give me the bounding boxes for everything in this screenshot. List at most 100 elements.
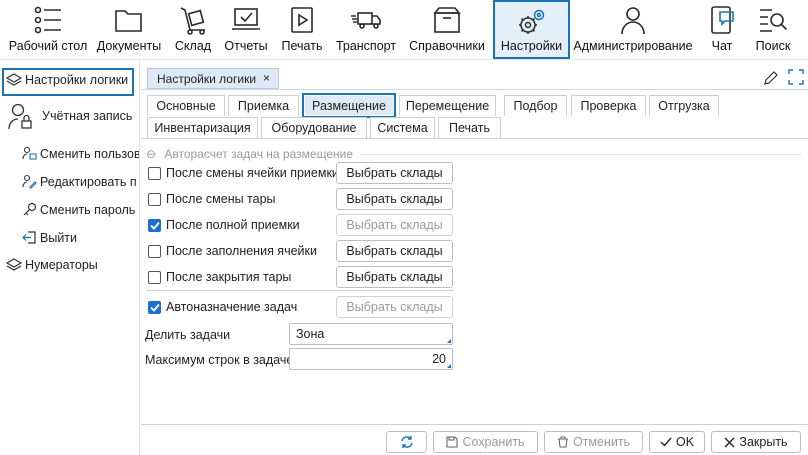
checkbox-after-full-receiving[interactable]: После полной приемки [148, 218, 300, 232]
sidebar-item-label: Редактировать п [40, 174, 137, 189]
toolbar-desktop-label: Рабочий стол [8, 39, 88, 53]
close-icon[interactable]: × [263, 71, 270, 85]
tab-label: Инвентаризация [154, 121, 251, 135]
tab-label: Перемещение [405, 99, 490, 113]
logout-icon [22, 231, 36, 244]
tab-label: Оборудование [271, 121, 357, 135]
floppy-icon [446, 436, 458, 448]
checkbox-box[interactable] [148, 270, 161, 284]
pencil-icon[interactable] [763, 70, 779, 86]
split-tasks-label: Делить задачи [145, 328, 231, 342]
tab-label: Размещение [312, 98, 386, 113]
tab-print[interactable]: Печать [438, 117, 501, 138]
toolbar-print[interactable]: Печать [278, 0, 326, 60]
toolbar-search[interactable]: Поиск [752, 0, 794, 60]
tab-basic[interactable]: Основные [147, 95, 225, 116]
checkbox-after-container-closed[interactable]: После закрытия тары [148, 270, 291, 284]
toolbar-settings-label: Настройки [500, 39, 563, 53]
expand-icon[interactable] [788, 69, 804, 85]
tab-equipment[interactable]: Оборудование [261, 117, 367, 138]
save-label: Сохранить [462, 435, 525, 449]
toolbar-documents[interactable]: Документы [94, 0, 164, 60]
tab-movement[interactable]: Перемещение [399, 95, 496, 116]
toolbar-settings[interactable]: Настройки [493, 0, 570, 59]
toolbar-administration[interactable]: Администрирование [573, 0, 693, 60]
user-lock-icon [8, 103, 32, 130]
toolbar-administration-label: Администрирование [573, 39, 693, 53]
tab-shipment[interactable]: Отгрузка [649, 95, 719, 116]
gears-icon [518, 9, 544, 34]
sidebar-item-numerators[interactable]: Нумераторы [6, 258, 98, 272]
toolbar-desktop[interactable]: Рабочий стол [4, 0, 92, 60]
user-switch-icon [22, 146, 37, 160]
checkbox-label: После полной приемки [166, 218, 300, 232]
toolbar-chat[interactable]: Чат [704, 0, 740, 60]
sidebar-item-label: Выйти [40, 230, 78, 245]
select-warehouses-button-disabled: Выбрать склады [336, 214, 453, 236]
document-tab-label: Настройки логики [157, 71, 257, 86]
tab-label: Отгрузка [658, 99, 710, 113]
main-panel: Настройки логики × Основные Приемка Разм… [141, 60, 808, 455]
collapse-icon[interactable]: ⊖ [146, 147, 156, 161]
form-separator [146, 290, 454, 291]
close-label: Закрыть [739, 435, 788, 449]
toolbar-references[interactable]: Справочники [406, 0, 488, 60]
save-button[interactable]: Сохранить [433, 431, 538, 453]
sidebar-item-account[interactable]: Учётная запись [6, 102, 132, 130]
sidebar-item-change-password[interactable]: Сменить пароль [22, 202, 135, 217]
toolbar-documents-label: Документы [96, 39, 162, 53]
sidebar-item-edit-profile[interactable]: Редактировать п [22, 174, 137, 189]
checkbox-box-checked[interactable] [148, 218, 161, 232]
main-toolbar: Рабочий стол Документы Склад Отчеты Печа… [0, 0, 808, 60]
trash-icon [557, 436, 568, 448]
tab-label: Приемка [237, 99, 290, 113]
sidebar-item-label: Учётная запись [42, 109, 133, 123]
tab-picking[interactable]: Подбор [504, 95, 567, 116]
max-rows-label: Максимум строк в задаче [145, 353, 294, 367]
tab-label: Основные [156, 99, 216, 113]
checkbox-box[interactable] [148, 166, 161, 180]
checkbox-after-container-change[interactable]: После смены тары [148, 192, 276, 206]
toolbar-warehouse[interactable]: Склад [170, 0, 216, 60]
sidebar-item-logout[interactable]: Выйти [22, 230, 77, 245]
sidebar-item-label: Сменить пароль [40, 202, 136, 217]
key-icon [23, 202, 37, 216]
checkbox-after-cell-filled[interactable]: После заполнения ячейки [148, 244, 317, 258]
tab-inventory[interactable]: Инвентаризация [147, 117, 258, 138]
desktop-list-icon [34, 6, 61, 34]
checkbox-label: После закрытия тары [166, 270, 292, 284]
ok-button[interactable]: OK [649, 431, 705, 453]
toolbar-transport[interactable]: Транспорт [334, 0, 398, 60]
sidebar-item-change-user[interactable]: Сменить пользов [22, 146, 139, 161]
tab-placement[interactable]: Размещение [302, 93, 396, 118]
refresh-button[interactable] [386, 431, 427, 453]
tab-receiving[interactable]: Приемка [228, 95, 299, 116]
checkbox-box-checked[interactable] [148, 300, 161, 314]
toolbar-references-label: Справочники [409, 39, 485, 53]
ok-label: OK [675, 435, 695, 449]
document-tab-logic-settings[interactable]: Настройки логики × [147, 68, 279, 89]
cart-box-icon [180, 7, 205, 35]
checkbox-box[interactable] [148, 244, 161, 258]
select-warehouses-button[interactable]: Выбрать склады [336, 266, 453, 288]
close-button[interactable]: Закрыть [711, 431, 801, 453]
checkbox-after-receiving-cell-change[interactable]: После смены ячейки приемки [148, 166, 339, 180]
checkbox-auto-assign-tasks[interactable]: Автоназначение задач [148, 300, 297, 314]
checkbox-box[interactable] [148, 192, 161, 206]
toolbar-reports[interactable]: Отчеты [222, 0, 270, 60]
select-warehouses-button[interactable]: Выбрать склады [336, 162, 453, 184]
select-warehouses-button[interactable]: Выбрать склады [336, 188, 453, 210]
tab-check[interactable]: Проверка [571, 95, 646, 116]
sidebar-item-logic-settings[interactable]: Настройки логики [6, 73, 128, 87]
select-warehouses-button[interactable]: Выбрать склады [336, 240, 453, 262]
cancel-label: Отменить [572, 435, 631, 449]
cancel-button[interactable]: Отменить [544, 431, 643, 453]
tab-system[interactable]: Система [370, 117, 435, 138]
auto-calc-group-title: ⊖ Авторасчет задач на размещение [146, 147, 353, 161]
phone-chat-icon [711, 6, 734, 34]
tab-label: Система [377, 121, 428, 135]
field-corner-marker [447, 364, 451, 368]
split-tasks-field[interactable]: Зона [289, 323, 453, 345]
checkmark-icon [149, 303, 160, 312]
max-rows-field[interactable]: 20 [289, 348, 453, 370]
